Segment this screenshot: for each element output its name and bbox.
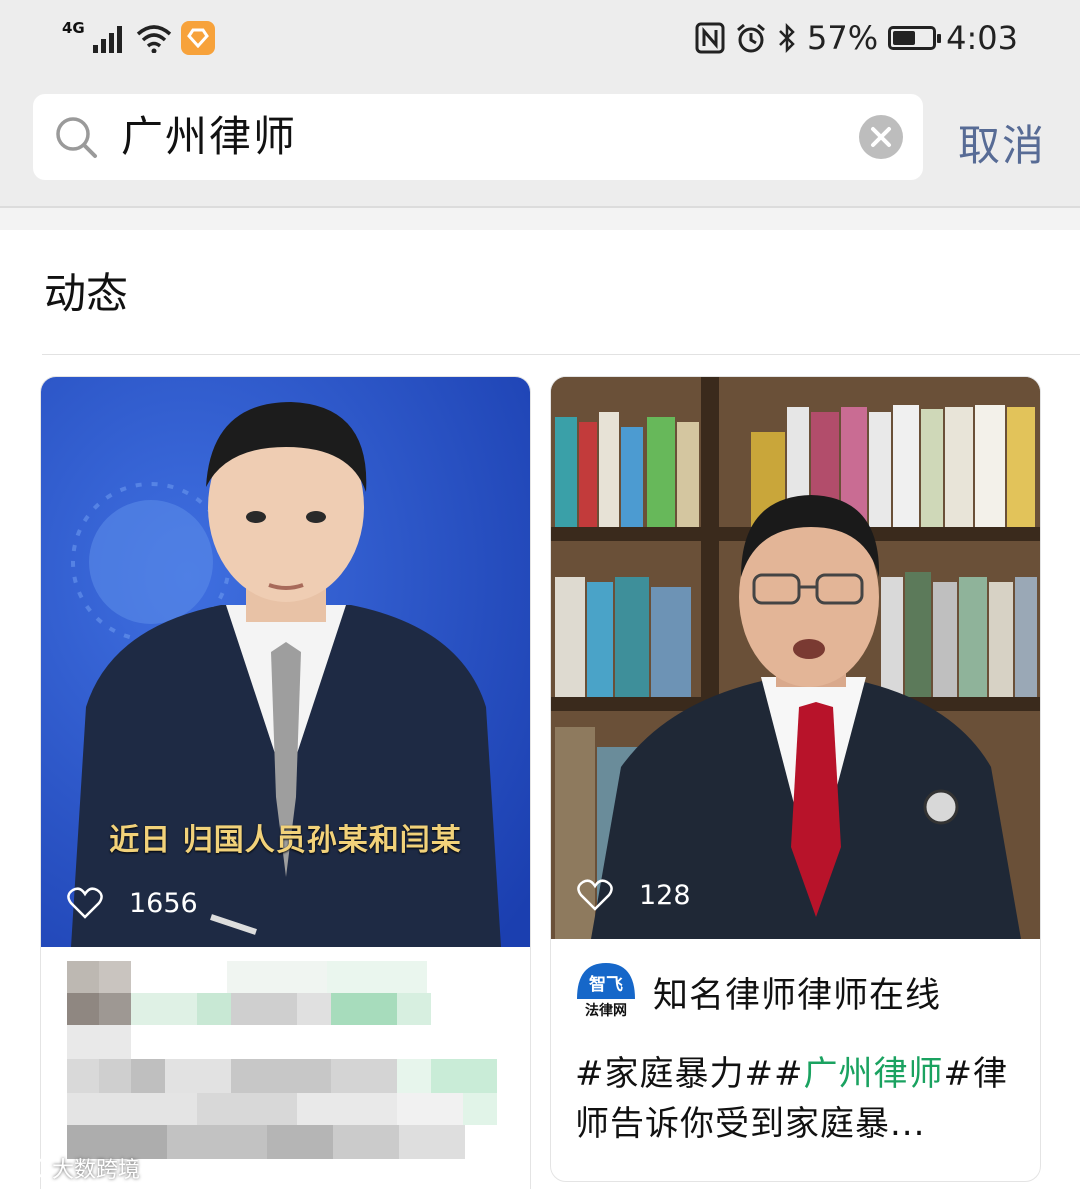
battery-icon — [888, 26, 942, 50]
battery-percent: 57% — [807, 19, 879, 57]
post-author[interactable]: 智飞 法律网 知名律师律师在线 — [573, 959, 941, 1025]
svg-text:法律网: 法律网 — [585, 1002, 627, 1019]
search-keyword-highlight: 广州律师 — [803, 1054, 944, 1094]
clear-search-button[interactable] — [859, 115, 903, 159]
post-card-news[interactable]: 近日 归国人员孙某和闫某 1656 — [40, 376, 531, 1189]
post-card-lawyer[interactable]: 128 智飞 法律网 知名律师律师在线 #家庭暴力##广州律师#律师告诉你受到家… — [550, 376, 1041, 1182]
watermark-logo-icon — [9, 1157, 47, 1179]
section-divider — [0, 206, 1080, 230]
watermark-text: 大数跨境 — [52, 1158, 141, 1183]
watermark: 大数跨境 — [8, 1152, 140, 1184]
clock: 4:03 — [946, 19, 1018, 57]
video-caption: 近日 归国人员孙某和闫某 — [109, 823, 462, 858]
section-underline — [42, 354, 1080, 355]
blurred-content — [67, 961, 527, 1161]
hashtag-text: #家庭暴力## — [575, 1054, 804, 1094]
alarm-icon — [737, 23, 765, 53]
heart-icon — [577, 879, 613, 911]
search-bar[interactable]: 广州律师 — [33, 94, 923, 180]
video-thumbnail[interactable]: 近日 归国人员孙某和闫某 1656 — [41, 377, 530, 947]
section-title: 动态 — [44, 269, 129, 318]
like-count: 128 — [639, 879, 691, 911]
search-input[interactable]: 广州律师 — [121, 108, 297, 166]
wifi-icon — [136, 25, 171, 53]
cancel-button[interactable]: 取消 — [958, 112, 1046, 173]
status-bar: 4G 57% 4:03 — [0, 0, 1080, 78]
like-counter[interactable]: 1656 — [67, 887, 198, 919]
like-count: 1656 — [129, 887, 198, 919]
video-thumbnail[interactable]: 128 — [551, 377, 1040, 939]
network-type: 4G — [62, 19, 85, 37]
author-avatar[interactable]: 智飞 法律网 — [573, 959, 639, 1025]
close-icon — [871, 127, 891, 147]
app-notification-icon — [180, 21, 215, 55]
post-description[interactable]: #家庭暴力##广州律师#律师告诉你受到家庭暴... — [575, 1049, 1020, 1149]
svg-text:智飞: 智飞 — [589, 974, 623, 995]
author-name[interactable]: 知名律师律师在线 — [653, 967, 941, 1018]
signal-icon — [92, 26, 122, 53]
search-icon — [56, 117, 97, 158]
like-counter[interactable]: 128 — [577, 879, 691, 911]
nfc-icon — [695, 22, 725, 54]
search-header: 广州律师 取消 — [0, 78, 1080, 206]
heart-icon — [67, 887, 103, 919]
bluetooth-icon — [779, 22, 795, 54]
